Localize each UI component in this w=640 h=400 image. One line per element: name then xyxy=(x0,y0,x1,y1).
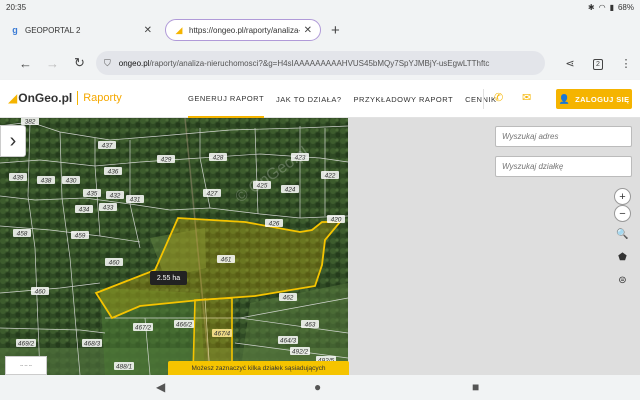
parcel-label: 438 xyxy=(41,178,52,185)
minus-icon: − xyxy=(619,207,626,220)
mail-icon[interactable]: ✉ xyxy=(522,91,531,104)
parcel-label: 460 xyxy=(35,289,46,296)
forward-icon[interactable]: → xyxy=(39,56,66,71)
share-icon[interactable]: ⋖ xyxy=(556,57,584,70)
battery-icon: ▮ xyxy=(609,2,614,12)
parcel-label: 439 xyxy=(13,175,24,182)
parcel-label: 467/4 xyxy=(214,331,231,338)
browser-toolbar: ← → ↻ ⛉ ongeo.pl/raporty/analiza-nieruch… xyxy=(0,46,640,80)
parcel-label: 426 xyxy=(269,221,280,228)
new-tab-icon[interactable]: + xyxy=(331,22,340,39)
logo-name: OnGeo.pl xyxy=(18,91,73,105)
parcel-label: 436 xyxy=(108,169,119,176)
close-tab-icon[interactable]: ✕ xyxy=(144,25,152,36)
nav-back-icon[interactable]: ◀ xyxy=(156,380,165,394)
g-favicon-icon: g xyxy=(12,25,18,35)
layers-button[interactable]: ⊜ xyxy=(614,272,631,289)
battery-level: 68% xyxy=(617,2,634,12)
screen: 20:35 ✱ ◠ ▮ 68% g GEOPORTAL 2 ✕ ◢ https:… xyxy=(0,0,640,400)
parcel-label: 464/3 xyxy=(280,338,297,345)
logo-mark-icon: ◢ xyxy=(8,91,18,105)
parcel-label: 434 xyxy=(79,207,90,214)
user-icon: 👤 xyxy=(558,93,571,104)
tab-strip: g GEOPORTAL 2 ✕ ◢ https://ongeo.pl/rapor… xyxy=(0,14,640,46)
hint-banner: Możesz zaznaczyć kilka działek sąsiadują… xyxy=(168,361,349,375)
system-nav-bar: ◀ ● ■ xyxy=(0,375,640,400)
nav-generate-report[interactable]: GENERUJ RAPORT xyxy=(188,80,265,118)
nav-how-it-works[interactable]: JAK TO DZIAŁA? xyxy=(276,80,342,118)
chevron-right-icon: › xyxy=(9,129,17,152)
main-nav: GENERUJ RAPORT JAK TO DZIAŁA? PRZYKŁADOW… xyxy=(188,80,508,118)
search-parcel-input[interactable] xyxy=(495,156,632,177)
magnifier-icon: 🔍 xyxy=(616,229,629,240)
menu-icon[interactable]: ⋮ xyxy=(612,57,640,70)
tab-title: GEOPORTAL 2 xyxy=(25,25,81,35)
logo[interactable]: ◢ OnGeo.pl Raporty xyxy=(8,91,122,105)
tab-ongeo[interactable]: ◢ https://ongeo.pl/raporty/analiza-nieru… xyxy=(165,19,321,41)
wifi-icon: ◠ xyxy=(598,2,606,12)
parcel-label: 420 xyxy=(331,217,342,224)
nav-pricing[interactable]: CENNIK xyxy=(465,80,496,118)
tab-title: https://ongeo.pl/raporty/analiza-nieruch xyxy=(189,25,300,35)
close-tab-icon[interactable]: ✕ xyxy=(304,25,312,36)
parcel-label: 462 xyxy=(283,295,294,302)
tab-geoportal[interactable]: g GEOPORTAL 2 ✕ xyxy=(2,19,160,41)
parcel-label: 458 xyxy=(17,231,28,238)
layers-icon: ⊜ xyxy=(618,275,627,286)
parcel-label: 429 xyxy=(161,157,172,164)
login-button[interactable]: 👤 ZALOGUJ SIĘ xyxy=(556,89,632,109)
map[interactable]: 382 437 429 428 423 436 422 439 438 430 … xyxy=(0,118,640,375)
parcel-label: 435 xyxy=(87,191,98,198)
tab-switcher-button[interactable]: 2 xyxy=(584,57,612,70)
poland-map-button[interactable]: ⬟ xyxy=(614,249,631,266)
parcel-label: 467/2 xyxy=(135,325,152,332)
magnifier-button[interactable]: 🔍 xyxy=(614,226,631,243)
parcel-label: 424 xyxy=(285,187,296,194)
poland-map-icon: ⬟ xyxy=(618,252,627,263)
parcel-label: 430 xyxy=(66,178,77,185)
parcel-label: 461 xyxy=(221,257,232,264)
parcel-label: 433 xyxy=(103,205,114,212)
nav-sample-report[interactable]: PRZYKŁADOWY RAPORT xyxy=(354,80,454,118)
zoom-out-button[interactable]: − xyxy=(614,205,631,222)
zoom-in-button[interactable]: + xyxy=(614,188,631,205)
parcel-label: 469/2 xyxy=(18,341,35,348)
phone-icon[interactable]: ✆ xyxy=(494,91,503,104)
search-address-input[interactable] xyxy=(495,126,632,147)
parcel-label: 427 xyxy=(207,191,218,198)
parcel-label: 422 xyxy=(325,173,336,180)
site-info-icon[interactable]: ⛉ xyxy=(104,58,111,69)
parcel-label: 437 xyxy=(102,143,113,150)
parcel-label: 488/1 xyxy=(116,364,133,371)
url-path: /raporty/analiza-nieruchomosci?&g=H4sIAA… xyxy=(149,58,490,68)
bluetooth-icon: ✱ xyxy=(587,2,595,12)
nav-home-icon[interactable]: ● xyxy=(314,380,321,394)
parcel-label: 466/2 xyxy=(176,322,193,329)
back-icon[interactable]: ← xyxy=(12,56,39,71)
expand-panel-button[interactable]: › xyxy=(0,125,26,157)
parcel-label: 459 xyxy=(75,233,86,240)
status-time: 20:35 xyxy=(6,2,27,12)
reload-icon[interactable]: ↻ xyxy=(66,55,93,71)
address-bar[interactable]: ⛉ ongeo.pl/raporty/analiza-nieruchomosci… xyxy=(96,51,545,75)
nav-recents-icon[interactable]: ■ xyxy=(472,380,479,394)
parcel-label: 432 xyxy=(110,193,121,200)
site-header: ◢ OnGeo.pl Raporty GENERUJ RAPORT JAK TO… xyxy=(0,80,640,118)
parcel-label: 431 xyxy=(130,197,141,204)
status-bar: 20:35 ✱ ◠ ▮ 68% xyxy=(0,0,640,14)
map-scale-icon: ╌ ╌ ╌ xyxy=(5,356,47,375)
parcel-label: 468/3 xyxy=(84,341,101,348)
parcel-label: 428 xyxy=(213,155,224,162)
logo-sub: Raporty xyxy=(83,92,122,104)
area-label: 2.55 ha xyxy=(150,271,187,285)
parcel-label: 492/2 xyxy=(292,349,309,356)
ongeo-favicon-icon: ◢ xyxy=(175,24,183,35)
plus-icon: + xyxy=(619,190,626,203)
parcel-label: 382 xyxy=(25,119,36,126)
parcel-label: 463 xyxy=(305,322,316,329)
url-host: ongeo.pl xyxy=(118,58,150,68)
parcel-label: 460 xyxy=(109,260,120,267)
tab-count: 2 xyxy=(593,58,603,70)
